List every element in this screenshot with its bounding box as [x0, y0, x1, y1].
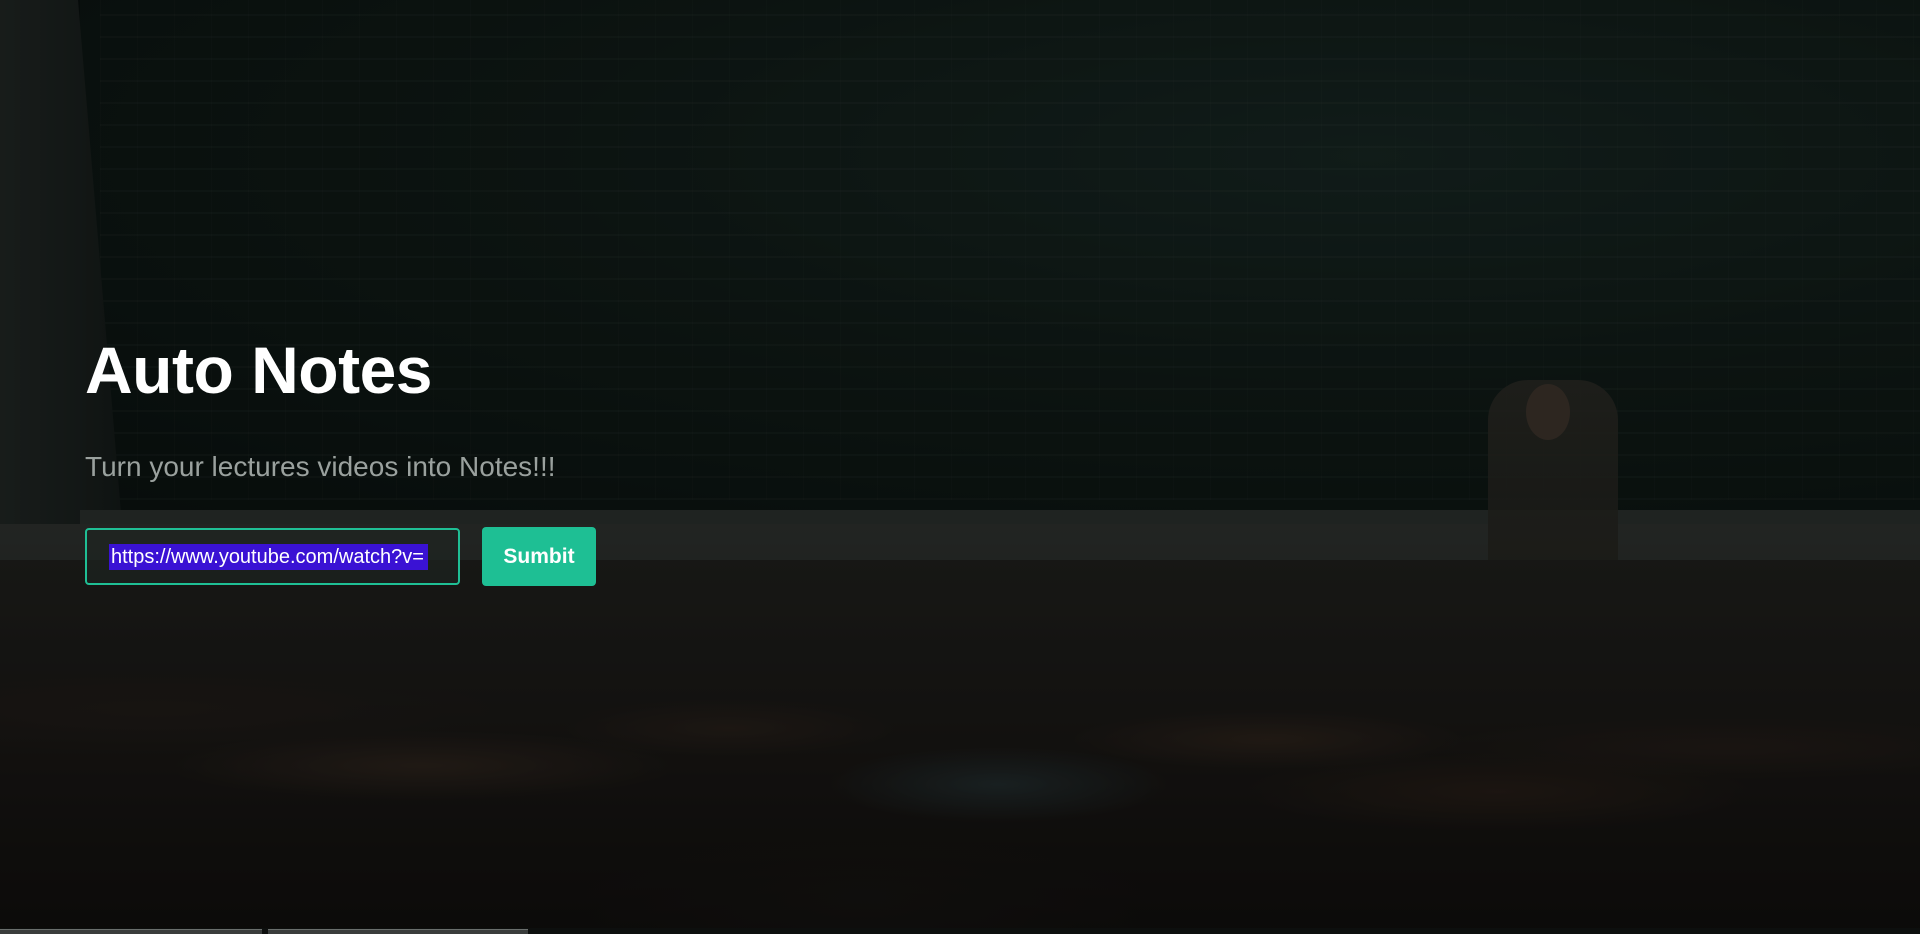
url-input-wrapper: https://www.youtube.com/watch?v=	[85, 528, 460, 585]
bottom-tab-2	[268, 929, 528, 934]
hero-content: Auto Notes Turn your lectures videos int…	[85, 330, 596, 586]
hero-section: Auto Notes Turn your lectures videos int…	[0, 0, 1920, 934]
page-title: Auto Notes	[85, 333, 432, 407]
submit-button[interactable]: Sumbit	[482, 527, 596, 586]
url-form: https://www.youtube.com/watch?v= Sumbit	[85, 527, 596, 586]
bottom-tab-1	[0, 929, 262, 934]
page-subtitle: Turn your lectures videos into Notes!!!	[85, 451, 556, 482]
selected-url-text: https://www.youtube.com/watch?v=	[109, 544, 428, 570]
